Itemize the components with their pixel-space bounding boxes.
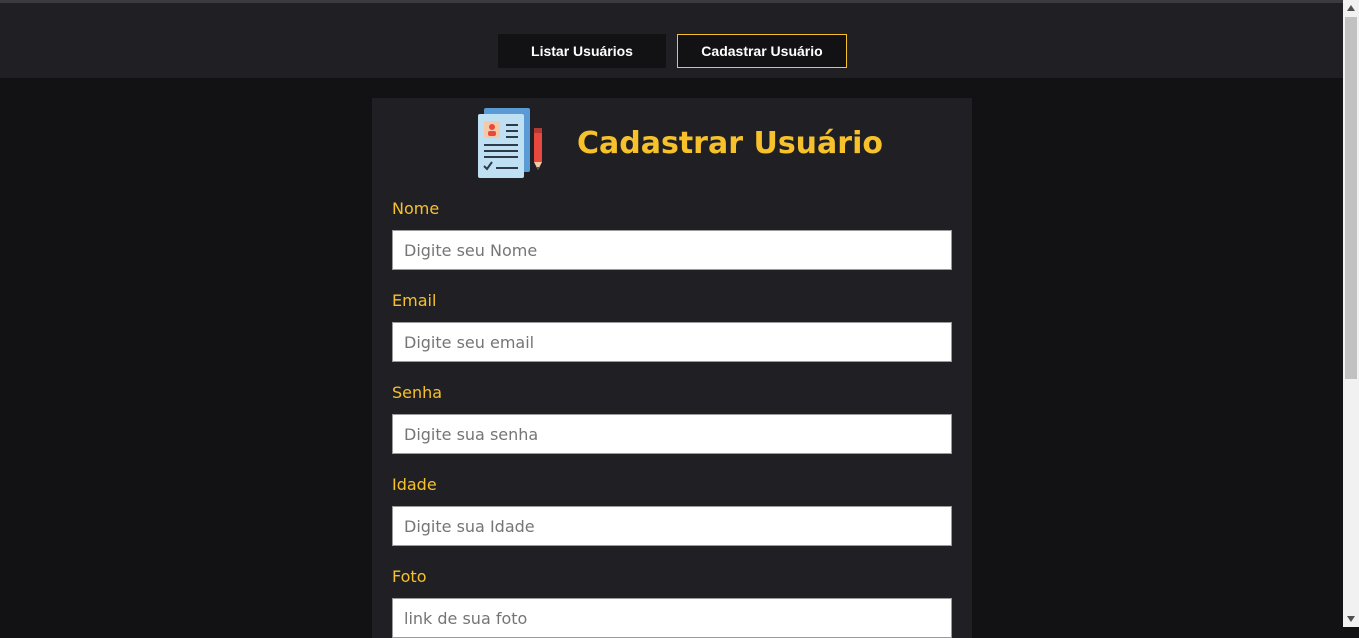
document-form-icon — [478, 108, 542, 178]
vertical-scrollbar[interactable] — [1343, 0, 1359, 627]
scroll-down-arrow-icon[interactable] — [1343, 611, 1359, 627]
age-input[interactable] — [392, 506, 952, 546]
scrollbar-thumb[interactable] — [1345, 17, 1357, 379]
age-label: Idade — [392, 475, 437, 494]
navbar: Listar Usuários Cadastrar Usuário — [0, 3, 1343, 78]
name-input[interactable] — [392, 230, 952, 270]
photo-label: Foto — [392, 567, 427, 586]
password-input[interactable] — [392, 414, 952, 454]
form-header: Cadastrar Usuário — [372, 98, 972, 190]
email-label: Email — [392, 291, 437, 310]
create-user-button[interactable]: Cadastrar Usuário — [677, 34, 847, 68]
register-form-card: Cadastrar Usuário Nome Email Senha Idade… — [372, 98, 972, 638]
scroll-up-arrow-icon[interactable] — [1343, 0, 1359, 16]
password-label: Senha — [392, 383, 443, 402]
form-title: Cadastrar Usuário — [577, 126, 883, 161]
photo-url-input[interactable] — [392, 598, 952, 638]
list-users-button[interactable]: Listar Usuários — [498, 34, 666, 68]
email-input[interactable] — [392, 322, 952, 362]
name-label: Nome — [392, 199, 440, 218]
